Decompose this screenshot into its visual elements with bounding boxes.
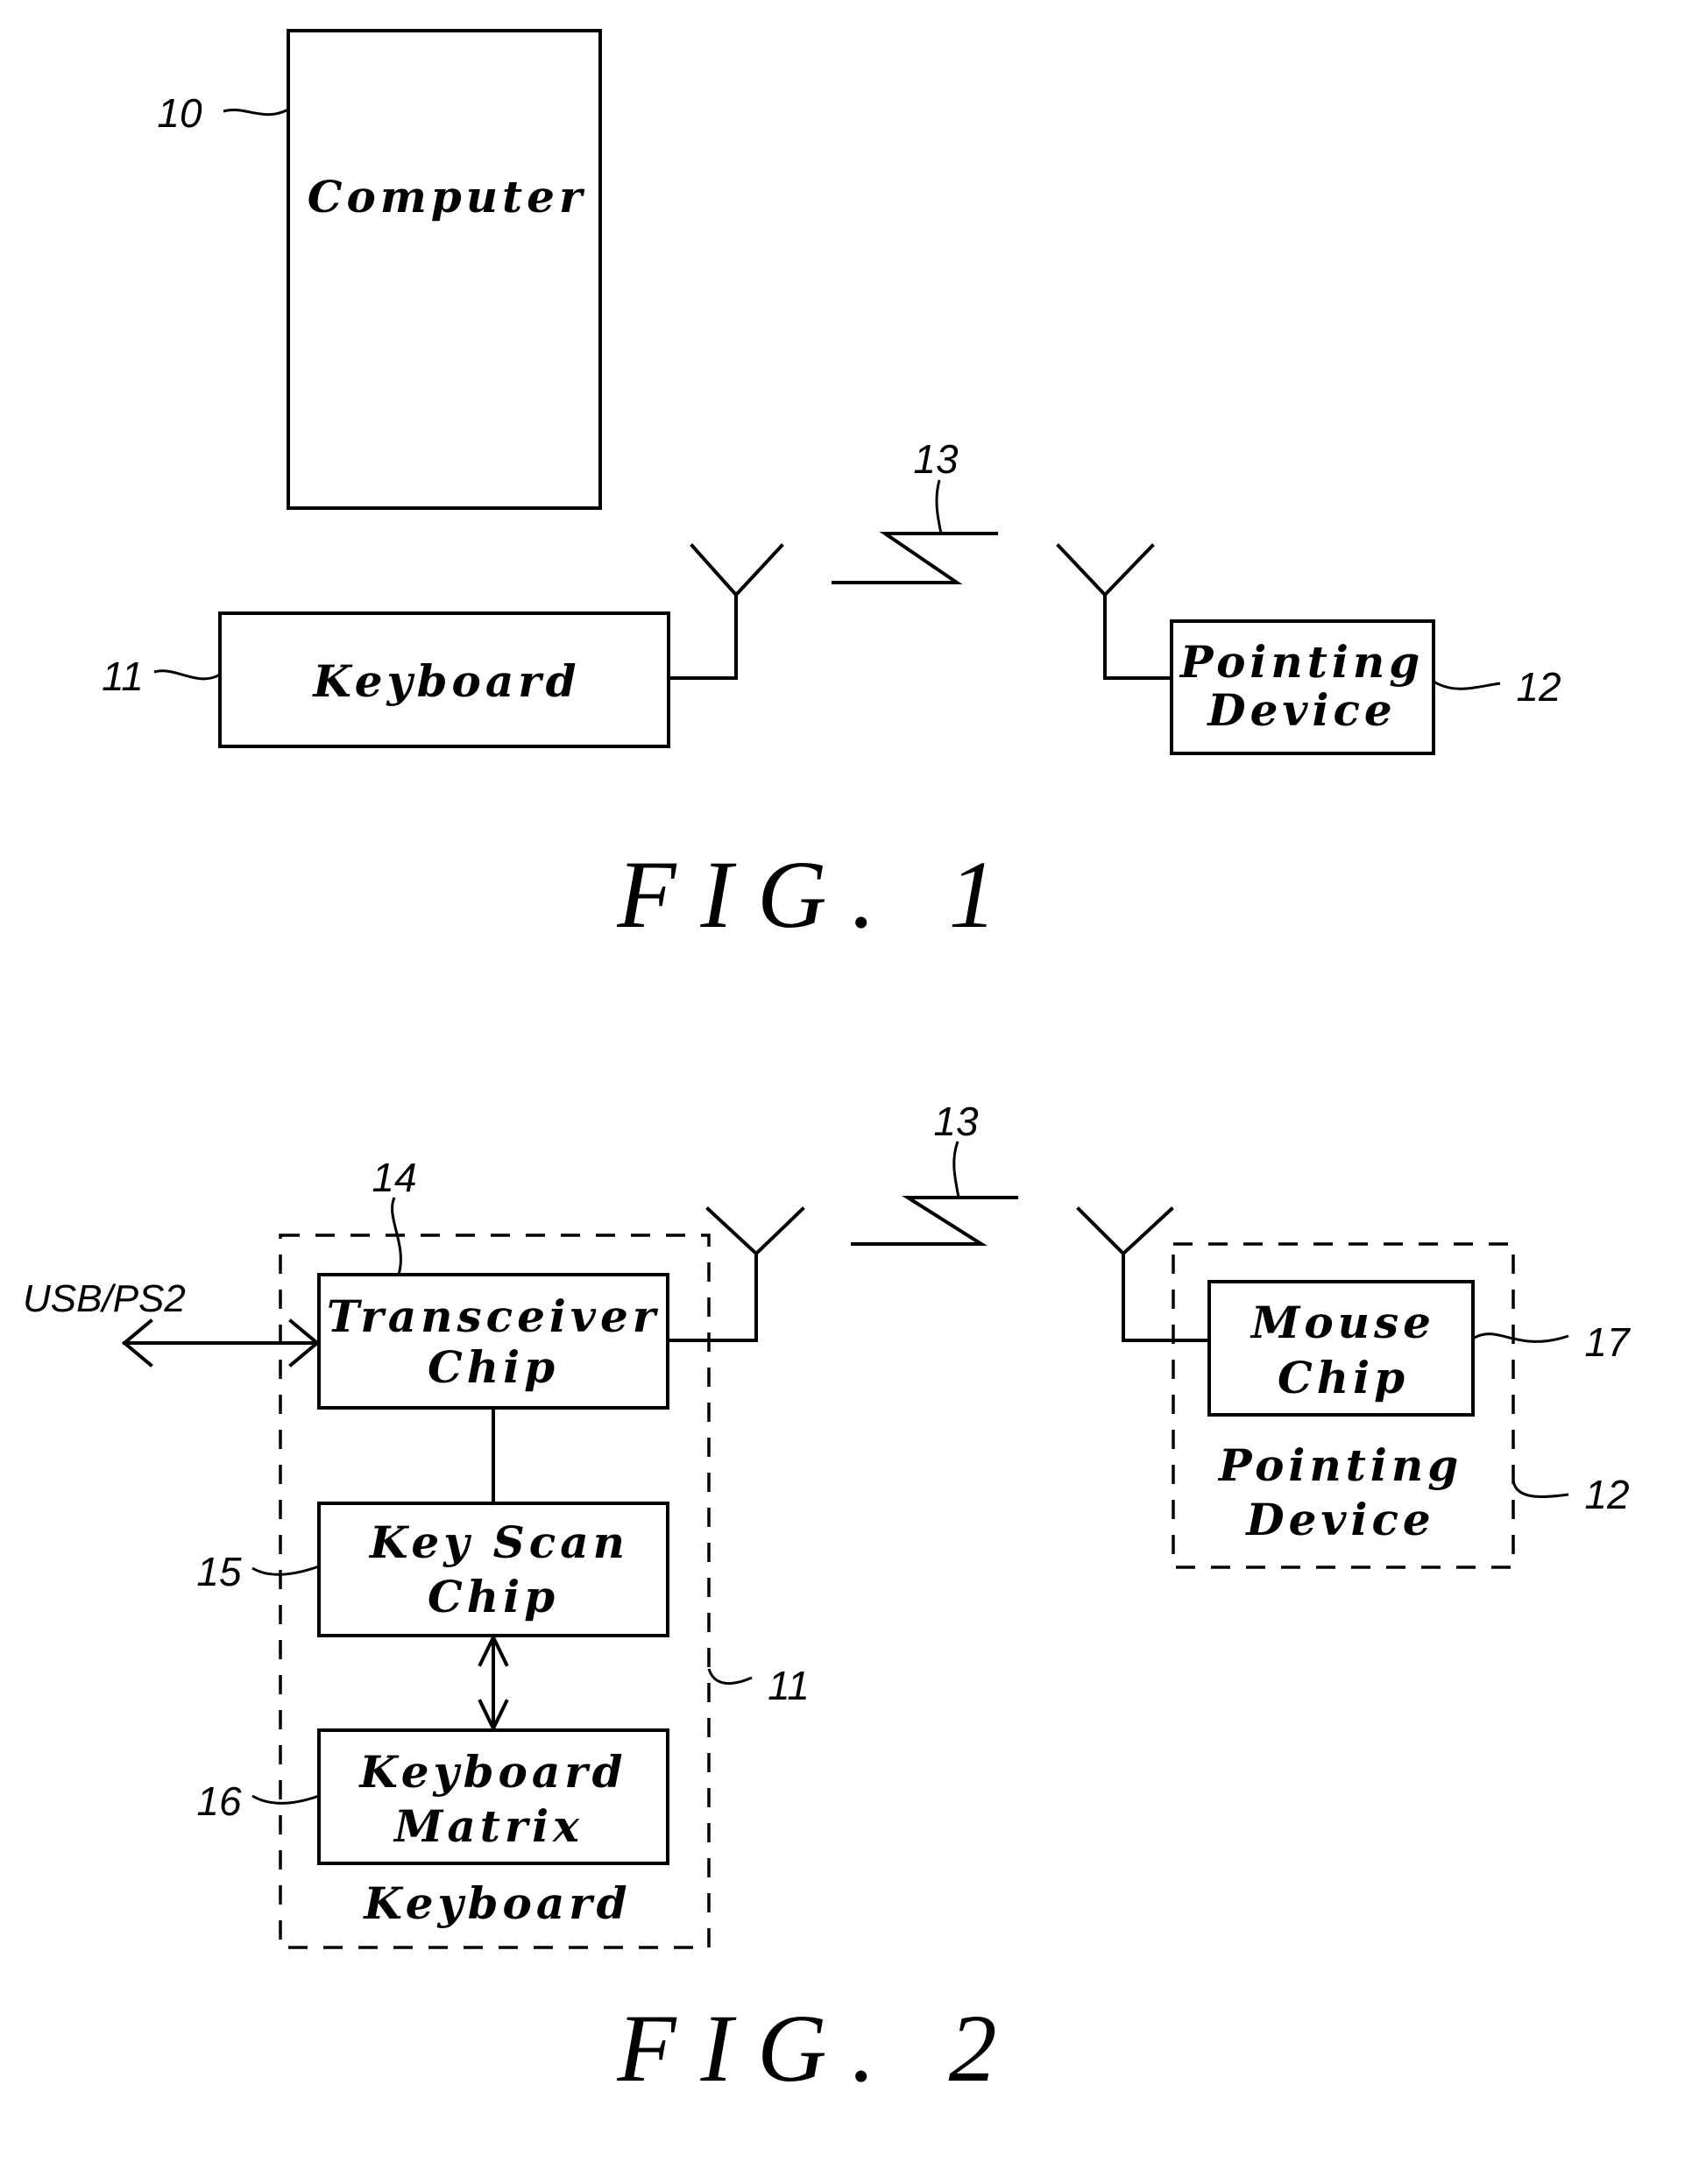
ref-15-leader (251, 1565, 320, 1576)
transceiver-chip-label-line1: Transceiver (327, 1290, 660, 1342)
ref-14: 14 (372, 1155, 416, 1200)
mouse-chip-label-line1: Mouse (1250, 1297, 1435, 1348)
key-scan-chip-label-line2: Chip (428, 1571, 559, 1622)
keyboard-matrix-label-line2: Matrix (393, 1800, 584, 1852)
keyboard-antenna-icon (667, 543, 784, 680)
usb-ps2-double-arrow-icon (121, 1318, 321, 1368)
computer-label: Computer (308, 171, 587, 223)
keyboard-antenna-icon-fig2 (666, 1206, 805, 1342)
pointing-device-antenna-icon (1056, 543, 1173, 680)
wireless-link-icon-fig2 (851, 1196, 1018, 1246)
ref-12-fig2-leader (1512, 1480, 1569, 1498)
keyboard-matrix-label-line1: Keyboard (358, 1746, 627, 1798)
pointing-device-antenna-icon-fig2 (1076, 1206, 1211, 1342)
figure-2-caption: FIG. 2 (616, 1995, 1021, 2102)
computer-block (287, 29, 602, 510)
ref-11: 11 (102, 654, 144, 699)
ref-11-fig2-leader (707, 1668, 753, 1686)
figure-2: Keyboard 11 USB/PS2 Transceiver Chip 14 … (23, 1099, 1631, 2102)
ref-15: 15 (196, 1549, 242, 1594)
pointing-device-label-line1: Pointing (1179, 636, 1424, 688)
key-scan-chip-label-line1: Key Scan (368, 1516, 629, 1568)
figure-1: Computer 10 Keyboard 11 13 Pointing Devi… (102, 29, 1561, 948)
patent-drawing-sheet: Computer 10 Keyboard 11 13 Pointing Devi… (23, 29, 1631, 2102)
ref-10-leader (223, 108, 289, 117)
ref-16: 16 (196, 1778, 242, 1824)
ref-12-fig2: 12 (1584, 1472, 1629, 1517)
ref-13: 13 (913, 436, 959, 482)
ref-13-fig2-leader (952, 1141, 960, 1198)
figure-1-caption: FIG. 1 (616, 841, 1021, 948)
usb-ps2-label: USB/PS2 (23, 1277, 186, 1320)
ref-12-leader (1433, 680, 1501, 690)
pointing-device-label-line2: Device (1206, 684, 1396, 736)
mouse-chip-label-line2: Chip (1278, 1352, 1409, 1403)
transceiver-chip-label-line2: Chip (428, 1341, 559, 1393)
ref-13-leader (935, 479, 943, 534)
keyboard-label: Keyboard (311, 655, 580, 707)
ref-17: 17 (1584, 1319, 1631, 1365)
ref-10: 10 (157, 90, 202, 136)
ref-13-fig2: 13 (933, 1099, 979, 1144)
keyboard-group-label: Keyboard (362, 1877, 631, 1929)
pointing-device-group-label-line1: Pointing (1217, 1439, 1462, 1491)
ref-11-leader (153, 669, 221, 681)
pointing-device-group-label-line2: Device (1244, 1494, 1434, 1545)
keyscan-matrix-double-arrow-icon (478, 1633, 509, 1733)
wireless-link-icon (832, 532, 998, 584)
ref-17-leader (1472, 1332, 1569, 1343)
ref-11-fig2: 11 (768, 1663, 810, 1708)
ref-16-leader (251, 1794, 320, 1805)
ref-12: 12 (1516, 664, 1561, 710)
